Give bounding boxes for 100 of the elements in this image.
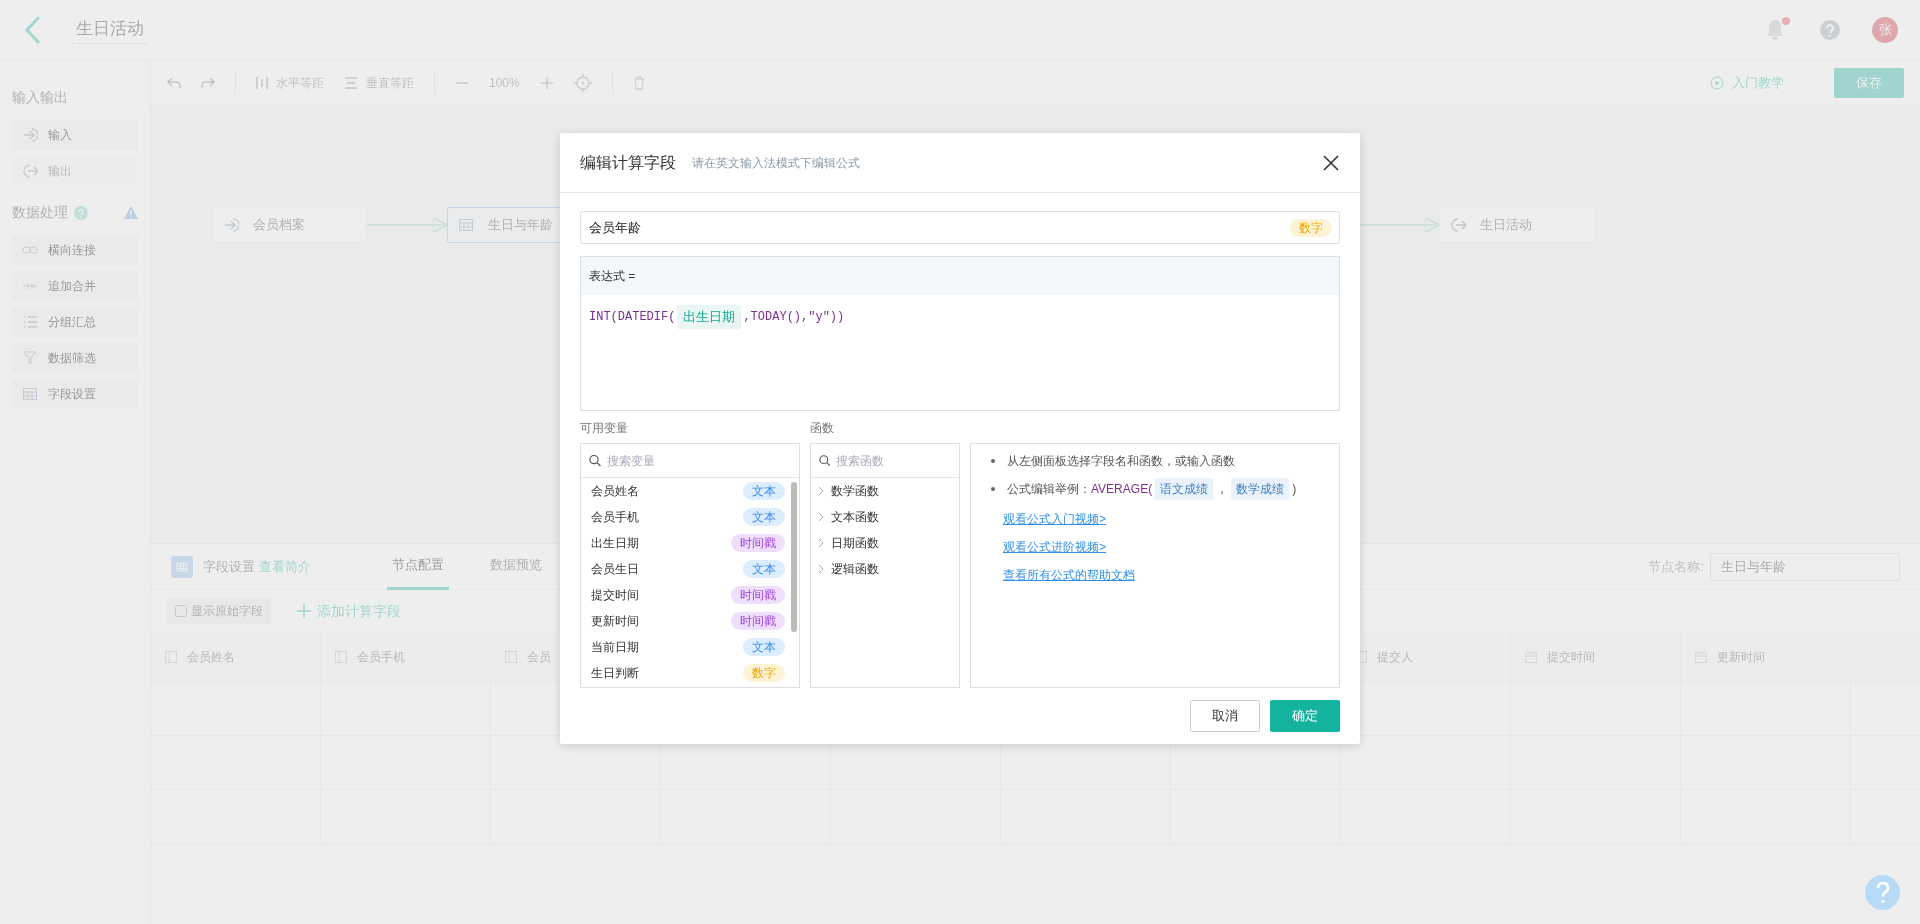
cancel-button[interactable]: 取消 — [1190, 700, 1260, 732]
function-category[interactable]: 逻辑函数 — [811, 556, 959, 582]
bullet-dot — [991, 487, 995, 491]
zoom-in-icon[interactable] — [539, 75, 554, 90]
variable-item[interactable]: 生日判断 数字 — [581, 660, 799, 686]
function-category[interactable]: 日期函数 — [811, 530, 959, 556]
page-title: 生日活动 — [72, 15, 148, 45]
variable-name: 出生日期 — [591, 535, 639, 552]
help-text: 公式编辑举例： — [1007, 481, 1091, 498]
function-category[interactable]: 数学函数 — [811, 478, 959, 504]
variable-name: 会员生日 — [591, 561, 639, 578]
variable-name: 当前日期 — [591, 639, 639, 656]
variable-item[interactable]: 出生日期 时间戳 — [581, 530, 799, 556]
variable-item[interactable]: 当前日期 文本 — [581, 634, 799, 660]
bell-icon[interactable] — [1764, 17, 1786, 41]
section-title: 输入输出 — [12, 88, 68, 107]
redo-icon[interactable] — [201, 76, 215, 89]
columns-icon — [256, 75, 268, 90]
column-icon — [335, 650, 347, 663]
variable-name: 会员姓名 — [591, 483, 639, 500]
variable-name: 会员手机 — [591, 509, 639, 526]
calendar-icon — [1525, 650, 1537, 663]
help-text: ) — [1292, 481, 1297, 498]
calendar-icon — [1695, 650, 1707, 663]
variable-name: 更新时间 — [591, 613, 639, 630]
input-icon — [223, 217, 239, 233]
help-icon[interactable] — [1820, 20, 1840, 40]
scrollbar[interactable] — [791, 482, 797, 632]
input-icon — [22, 127, 38, 143]
tab[interactable]: 数据预览 — [485, 544, 547, 590]
variable-name: 生日判断 — [591, 665, 639, 682]
search-icon — [589, 454, 601, 467]
undo-icon[interactable] — [167, 76, 181, 89]
node-name-field[interactable]: 生日与年龄 — [1710, 552, 1900, 581]
table-icon — [171, 555, 193, 578]
add-field-link[interactable]: 添加计算字段 — [297, 600, 401, 622]
help-text: ， — [1216, 481, 1229, 498]
trash-icon[interactable] — [632, 75, 645, 90]
flow-node[interactable]: 生日活动 — [1439, 207, 1596, 243]
help-link[interactable]: 观看公式入门视频> — [1003, 510, 1327, 528]
function-category[interactable]: 文本函数 — [811, 504, 959, 530]
sidebar-item[interactable]: 横向连接 — [12, 235, 138, 265]
help-link[interactable]: 观看公式进阶视频> — [1003, 538, 1327, 556]
type-tag: 文本 — [743, 508, 785, 526]
sidebar-item[interactable]: 追加合并 — [12, 271, 138, 301]
column-icon — [505, 650, 517, 663]
close-icon — [1322, 153, 1340, 172]
sidebar-item[interactable]: 字段设置 — [12, 379, 138, 409]
back-icon[interactable] — [24, 15, 42, 45]
panel-title: 字段设置 — [203, 557, 255, 576]
field-tag: 语文成绩 — [1155, 478, 1214, 500]
sidebar-item[interactable]: 输入 — [12, 120, 138, 150]
expression-label: 表达式 = — [581, 257, 1339, 295]
field-tag: 数学成绩 — [1231, 478, 1290, 500]
variable-item[interactable]: 更新时间 时间戳 — [581, 608, 799, 634]
rows-icon — [344, 76, 358, 89]
formula-text: ,TODAY(),"y")) — [743, 308, 845, 326]
type-tag: 文本 — [743, 560, 785, 578]
type-tag: 时间戳 — [731, 612, 785, 630]
dialog-hint: 请在英文输入法模式下编辑公式 — [692, 154, 860, 172]
help-icon — [1874, 881, 1891, 904]
confirm-button[interactable]: 确定 — [1270, 700, 1340, 732]
intro-link[interactable]: 查看简介 — [259, 556, 311, 577]
type-tag: 数字 — [743, 664, 785, 682]
variable-name: 提交时间 — [591, 587, 639, 604]
table-icon — [22, 386, 38, 402]
sidebar-item[interactable]: 数据筛选 — [12, 343, 138, 373]
formula-text: INT(DATEDIF( — [589, 308, 676, 326]
section-label: 函数 — [810, 420, 835, 435]
type-tag: 文本 — [743, 638, 785, 656]
variable-item[interactable]: 提交时间 时间戳 — [581, 582, 799, 608]
help-text: 从左侧面板选择字段名和函数，或输入函数 — [1007, 453, 1235, 470]
sidebar-item[interactable]: 分组汇总 — [12, 307, 138, 337]
checkbox-icon — [175, 605, 187, 617]
output-icon — [1450, 217, 1466, 233]
column-icon — [165, 650, 177, 663]
close-button[interactable] — [1322, 153, 1340, 172]
type-tag: 时间戳 — [731, 586, 785, 604]
tutorial-link[interactable]: 入门教学 — [1710, 72, 1784, 93]
type-tag: 时间戳 — [731, 534, 785, 552]
section-label: 可用变量 — [580, 420, 629, 435]
dialog-title: 编辑计算字段 — [580, 152, 676, 173]
search-icon — [819, 454, 831, 467]
tab[interactable]: 节点配置 — [387, 544, 449, 590]
variable-item[interactable]: 会员姓名 文本 — [581, 478, 799, 504]
target-icon[interactable] — [573, 73, 592, 92]
type-tag: 文本 — [743, 482, 785, 500]
variable-item[interactable]: 会员手机 文本 — [581, 504, 799, 530]
output-icon — [22, 163, 38, 179]
list-icon — [22, 314, 38, 330]
variable-item[interactable]: 会员生日 文本 — [581, 556, 799, 582]
table-icon — [458, 217, 474, 233]
save-button[interactable]: 保存 — [1834, 67, 1904, 98]
expression-editor[interactable]: 表达式 = INT(DATEDIF( 出生日期 ,TODAY(),"y")) — [580, 256, 1340, 411]
user-avatar[interactable]: 张 — [1872, 17, 1898, 43]
plus-icon — [297, 604, 311, 618]
help-link[interactable]: 查看所有公式的帮助文档 — [1003, 566, 1327, 584]
formula-text: AVERAGE( — [1091, 481, 1153, 498]
bullet-dot — [991, 459, 995, 463]
help-icon[interactable] — [74, 205, 88, 220]
